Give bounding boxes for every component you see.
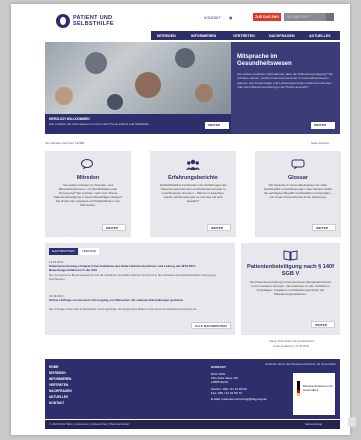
footer-link-kontakt[interactable]: KONTAKT bbox=[49, 401, 64, 405]
search-input[interactable]: SUCHBEGRIFF bbox=[284, 13, 326, 21]
hero-caption-title: HERZLICH WILLKOMMEN bbox=[49, 117, 90, 121]
browser-page: PATIENT UND SELBSTHILFE KONTAKT ▣ ZUR DA… bbox=[11, 4, 350, 435]
footer-contact-title: KONTAKT bbox=[211, 365, 226, 369]
back-to-top-link[interactable]: Seitenanfang bbox=[305, 423, 322, 426]
footer-legal-links[interactable]: © 2023 DAG SHG | Impressum | Datenschutz… bbox=[49, 423, 129, 426]
patient-text: Die Patientenvertretung im Gemeinsamen B… bbox=[249, 280, 332, 296]
footer-link-nachfragen[interactable]: NACHFRAGEN bbox=[49, 389, 72, 393]
card-mitreden[interactable]: Mitreden Sie wollen mitreden zu Therapie… bbox=[45, 151, 131, 237]
logo-icon[interactable] bbox=[56, 14, 70, 28]
search-icon[interactable] bbox=[326, 13, 334, 21]
nav-item-mitreden[interactable]: MITREDEN bbox=[157, 34, 176, 38]
footer-link-informieren[interactable]: INFORMIEREN bbox=[49, 377, 71, 381]
news-text: Der Gemeinsame Bundesausschuss hat die A… bbox=[49, 273, 216, 281]
footer-link-home[interactable]: HOME bbox=[49, 365, 59, 369]
chat-bubble-icon bbox=[291, 159, 305, 170]
footer-link-aktuelles[interactable]: AKTUELLES bbox=[49, 395, 68, 399]
brand-logo[interactable]: PATIENT UND SELBSTHILFE bbox=[73, 15, 114, 27]
ministry-logo[interactable]: Bundesministerium für Gesundheit bbox=[293, 373, 335, 415]
footer-link-mitreden[interactable]: MITREDEN bbox=[49, 371, 66, 375]
nav-item-informieren[interactable]: INFORMIEREN bbox=[191, 34, 216, 38]
hero-more-button[interactable]: WEITER bbox=[205, 122, 229, 129]
main-nav: MITREDEN INFORMIEREN VERTRETEN NACHFRAGE… bbox=[151, 31, 340, 40]
card-erfahrungsberichte[interactable]: Erfahrungsberichte Selbsthilfeaktive bes… bbox=[150, 151, 236, 237]
cart-icon[interactable]: ▣ bbox=[229, 16, 232, 20]
footer-bottom-bar: © 2023 DAG SHG | Impressum | Datenschutz… bbox=[45, 420, 340, 429]
footer-link-vertreten[interactable]: VERTRETEN bbox=[49, 383, 68, 387]
breadcrumb: Sie befinden sich hier: HOME bbox=[45, 141, 85, 145]
card-title: Erfahrungsberichte bbox=[168, 175, 218, 181]
join-button[interactable]: ZUR DAG SHG bbox=[253, 13, 281, 21]
card-text: Sie wollen mitreden zu Therapie- und Beh… bbox=[53, 183, 123, 207]
card-more-button[interactable]: WEITER bbox=[312, 224, 336, 231]
card-title: Mitreden bbox=[76, 175, 100, 181]
brand-line2: SELBSTHILFE bbox=[73, 21, 114, 27]
news-headline[interactable]: Online-Umfrage zur besseren Versorgung v… bbox=[49, 298, 227, 303]
scroll-handle[interactable] bbox=[348, 417, 356, 427]
card-title: Glossar bbox=[287, 175, 309, 181]
footer-contact-line: 10585 Berlin bbox=[211, 380, 229, 384]
all-news-button[interactable]: ALLE NACHRICHTEN bbox=[191, 322, 231, 329]
aside-more-button[interactable]: WEITER bbox=[311, 122, 335, 129]
card-glossar[interactable]: Glossar Die Sprache im Gesundheitswesen … bbox=[255, 151, 341, 237]
footer: HOME MITREDEN INFORMIEREN VERTRETEN NACH… bbox=[45, 359, 340, 419]
hero-aside: Mitsprache im Gesundheitswesen Sie suche… bbox=[231, 42, 340, 134]
tab-termine[interactable]: TERMINE bbox=[79, 248, 99, 255]
aside-title: Mitsprache im Gesundheitswesen bbox=[237, 54, 292, 67]
meta-editor: Stand: DAG SHG Internet-Redaktion bbox=[269, 339, 315, 343]
card-more-button[interactable]: WEITER bbox=[207, 224, 231, 231]
nav-item-nachfragen[interactable]: NACHFRAGEN bbox=[269, 34, 295, 38]
footer-contact-line: Fax: 030 / 31 01 89 70 bbox=[211, 391, 242, 395]
footer-banner-text: Gefördert durch das Bundesministerium fü… bbox=[265, 362, 336, 366]
card-more-button[interactable]: WEITER bbox=[102, 224, 126, 231]
nav-item-vertreten[interactable]: VERTRETEN bbox=[233, 34, 255, 38]
book-icon bbox=[283, 250, 298, 261]
nav-item-aktuelles[interactable]: AKTUELLES bbox=[309, 34, 331, 38]
tab-nachrichten[interactable]: NACHRICHTEN bbox=[49, 248, 78, 255]
print-link[interactable]: Seite drucken bbox=[311, 141, 329, 145]
aside-text: Sie suchen fundierte Informationen über … bbox=[237, 72, 333, 89]
meta-date: Letzte Änderung: 15.03.2023 bbox=[273, 344, 310, 348]
hero-caption-text: Hier erhalten Sie Informationen rund um … bbox=[49, 122, 150, 126]
patient-title: Patientenbeteiligung nach § 140f SGB V bbox=[246, 264, 335, 277]
patient-more-button[interactable]: WEITER bbox=[311, 321, 335, 328]
contact-link[interactable]: KONTAKT bbox=[204, 16, 221, 20]
news-headline[interactable]: Patientenvertretung erfolgreich bei Aufn… bbox=[49, 264, 227, 273]
ministry-logo-text: Bundesministerium für Gesundheit bbox=[303, 384, 333, 392]
patient-panel: Patientenbeteiligung nach § 140f SGB V D… bbox=[241, 243, 340, 335]
people-icon bbox=[186, 159, 200, 170]
speech-bubble-icon bbox=[81, 159, 93, 170]
news-text: Die Umfrage richtet sich an Betroffene u… bbox=[49, 307, 198, 311]
card-text: Selbsthilfeaktive beschreiben ihre Erfah… bbox=[159, 183, 227, 203]
hero-caption: HERZLICH WILLKOMMEN Hier erhalten Sie In… bbox=[45, 114, 231, 134]
card-text: Die Sprache im Gesundheitswesen ist voll… bbox=[263, 183, 333, 199]
footer-email-link[interactable]: E-Mail: patientenvertretung@dag-shg.de bbox=[211, 397, 267, 401]
